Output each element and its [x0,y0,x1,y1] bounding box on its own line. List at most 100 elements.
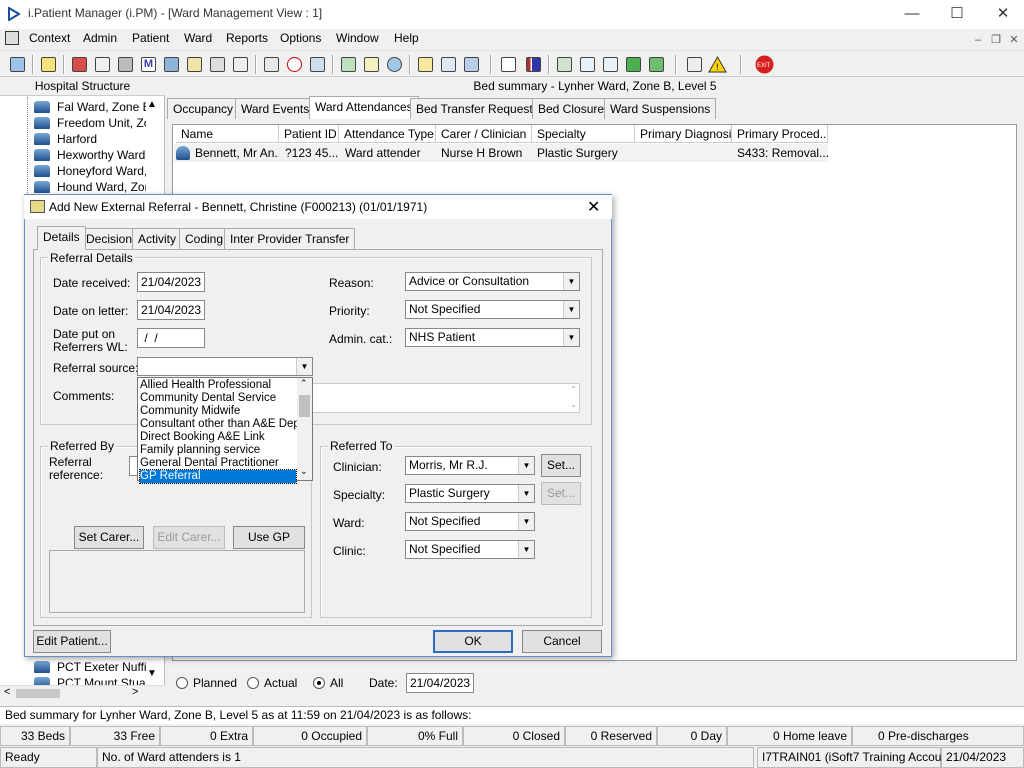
clinician-combo[interactable]: Morris, Mr R.J. ▼ [405,456,535,475]
list-item[interactable]: Consultant other than A&E Dept [140,418,303,431]
tab-bed-transfer-requests[interactable]: Bed Transfer Requests [410,98,545,119]
scroll-right-icon[interactable]: > [132,686,138,698]
register-icon[interactable] [38,54,59,75]
bar-chart-icon[interactable] [523,54,544,75]
comments-field[interactable]: ⌃ ⌄ [310,383,580,413]
ambulance-icon[interactable] [438,54,459,75]
date-received-field[interactable] [137,272,205,292]
chart-icon[interactable] [338,54,359,75]
minimize-button[interactable]: — [889,0,935,29]
search-list-icon[interactable] [261,54,282,75]
ok-button[interactable]: OK [433,630,513,653]
mdi-minimize-button[interactable]: – [970,33,986,47]
menu-help[interactable]: Help [394,31,419,45]
check-list-icon[interactable] [577,54,598,75]
column-header-specialty[interactable]: Specialty [532,125,635,143]
exit-icon[interactable]: EXIT [754,54,775,75]
chevron-down-icon[interactable]: ⌄ [570,400,577,409]
list-item[interactable]: Community Midwife [140,405,296,418]
tree-item-hexworthy-ward[interactable]: Hexworthy Ward, [34,147,146,163]
referral-source-dropdown[interactable]: Allied Health Professional Community Den… [137,377,313,484]
network-icon[interactable] [554,54,575,75]
tree-item-hound-ward[interactable]: Hound Ward, Zon [34,179,146,195]
column-header-primary-procedure[interactable]: Primary Proced... [732,125,828,143]
mdi-window-icon[interactable] [5,31,19,45]
tree-item-harford[interactable]: Harford [34,131,146,147]
tab-ward-events[interactable]: Ward Events [235,98,316,119]
set-specialty-button[interactable]: Set... [541,482,581,505]
referral-icon[interactable] [361,54,382,75]
notes-icon[interactable] [184,54,205,75]
list-item[interactable]: Community Dental Service [140,392,296,405]
date-on-letter-field[interactable] [137,300,205,320]
date-put-on-wl-field[interactable] [137,328,205,348]
list-item[interactable]: Family planning service [140,444,296,457]
transfer-icon[interactable] [646,54,667,75]
swap-icon[interactable] [684,54,705,75]
column-header-carer[interactable]: Carer / Clinician [436,125,532,143]
edit-carer-button[interactable]: Edit Carer... [153,526,225,549]
scroll-down-icon[interactable]: ▼ [146,668,158,682]
scroll-up-icon[interactable]: ▲ [146,99,158,113]
clock-icon[interactable] [284,54,305,75]
mdi-restore-button[interactable]: ❐ [988,33,1004,47]
mdi-close-button[interactable]: ✕ [1006,33,1022,47]
horizontal-scrollbar[interactable]: < > [0,685,165,700]
document-icon[interactable] [498,54,519,75]
actual-radio[interactable] [247,677,259,689]
menu-context[interactable]: Context [29,31,70,45]
menu-options[interactable]: Options [280,31,321,45]
dialog-tab-details[interactable]: Details [37,226,86,250]
dialog-tab-inter-provider-transfer[interactable]: Inter Provider Transfer [224,228,356,249]
envelope-icon[interactable] [207,54,228,75]
tab-occupancy[interactable]: Occupancy [167,98,240,119]
dialog-close-button[interactable]: ✕ [587,197,600,217]
chevron-down-icon[interactable]: ▼ [518,541,534,558]
find-patient-icon[interactable] [7,54,28,75]
list-item[interactable]: Direct Booking A&E Link [140,431,296,444]
chevron-down-icon[interactable]: ▼ [563,329,579,346]
date-field[interactable] [406,673,474,693]
cancel-button[interactable]: Cancel [522,630,602,653]
admit-icon[interactable] [69,54,90,75]
scrollbar-thumb[interactable] [16,689,60,698]
priority-combo[interactable]: Not Specified ▼ [405,300,580,319]
planned-radio[interactable] [176,677,188,689]
clinic-combo[interactable]: Not Specified ▼ [405,540,535,559]
menu-reports[interactable]: Reports [226,31,268,45]
chevron-up-icon[interactable]: ⌃ [570,385,577,394]
scroll-left-icon[interactable]: < [4,686,10,698]
dialog-tab-activity[interactable]: Activity [132,228,183,249]
pas-icon[interactable] [92,54,113,75]
menu-window[interactable]: Window [336,31,379,45]
ward-icon[interactable] [461,54,482,75]
maximize-button[interactable]: ☐ [934,0,980,29]
chevron-down-icon[interactable]: ▼ [518,513,534,530]
green-arrow-icon[interactable] [623,54,644,75]
person-icon[interactable] [161,54,182,75]
check-down-icon[interactable] [600,54,621,75]
chevron-up-icon[interactable]: ⌃ [300,378,308,389]
letter-icon[interactable] [230,54,251,75]
chevron-down-icon[interactable]: ▼ [563,301,579,318]
menu-admin[interactable]: Admin [83,31,117,45]
use-gp-button[interactable]: Use GP [233,526,305,549]
column-header-name[interactable]: Name [176,125,279,143]
menu-patient[interactable]: Patient [132,31,169,45]
column-header-attendance-type[interactable]: Attendance Type [339,125,436,143]
specialty-combo[interactable]: Plastic Surgery ▼ [405,484,535,503]
ward-combo[interactable]: Not Specified ▼ [405,512,535,531]
list-item[interactable]: Allied Health Professional [140,379,296,392]
chevron-down-icon[interactable]: ▼ [518,457,534,474]
tab-ward-suspensions[interactable]: Ward Suspensions [604,98,717,119]
chevron-down-icon[interactable]: ▼ [296,358,312,375]
referral-source-combo[interactable]: ▼ [137,357,313,376]
tree-item-fal-ward[interactable]: Fal Ward, Zone E [34,99,146,115]
edit-patient-button[interactable]: Edit Patient... [33,630,111,653]
dialog-tab-decision[interactable]: Decision [80,228,139,249]
all-radio[interactable] [313,677,325,689]
tree-item-honeyford-ward[interactable]: Honeyford Ward, [34,163,146,179]
admin-cat-combo[interactable]: NHS Patient ▼ [405,328,580,347]
tree-item-freedom-unit[interactable]: Freedom Unit, Zo [34,115,146,131]
set-carer-button[interactable]: Set Carer... [74,526,144,549]
